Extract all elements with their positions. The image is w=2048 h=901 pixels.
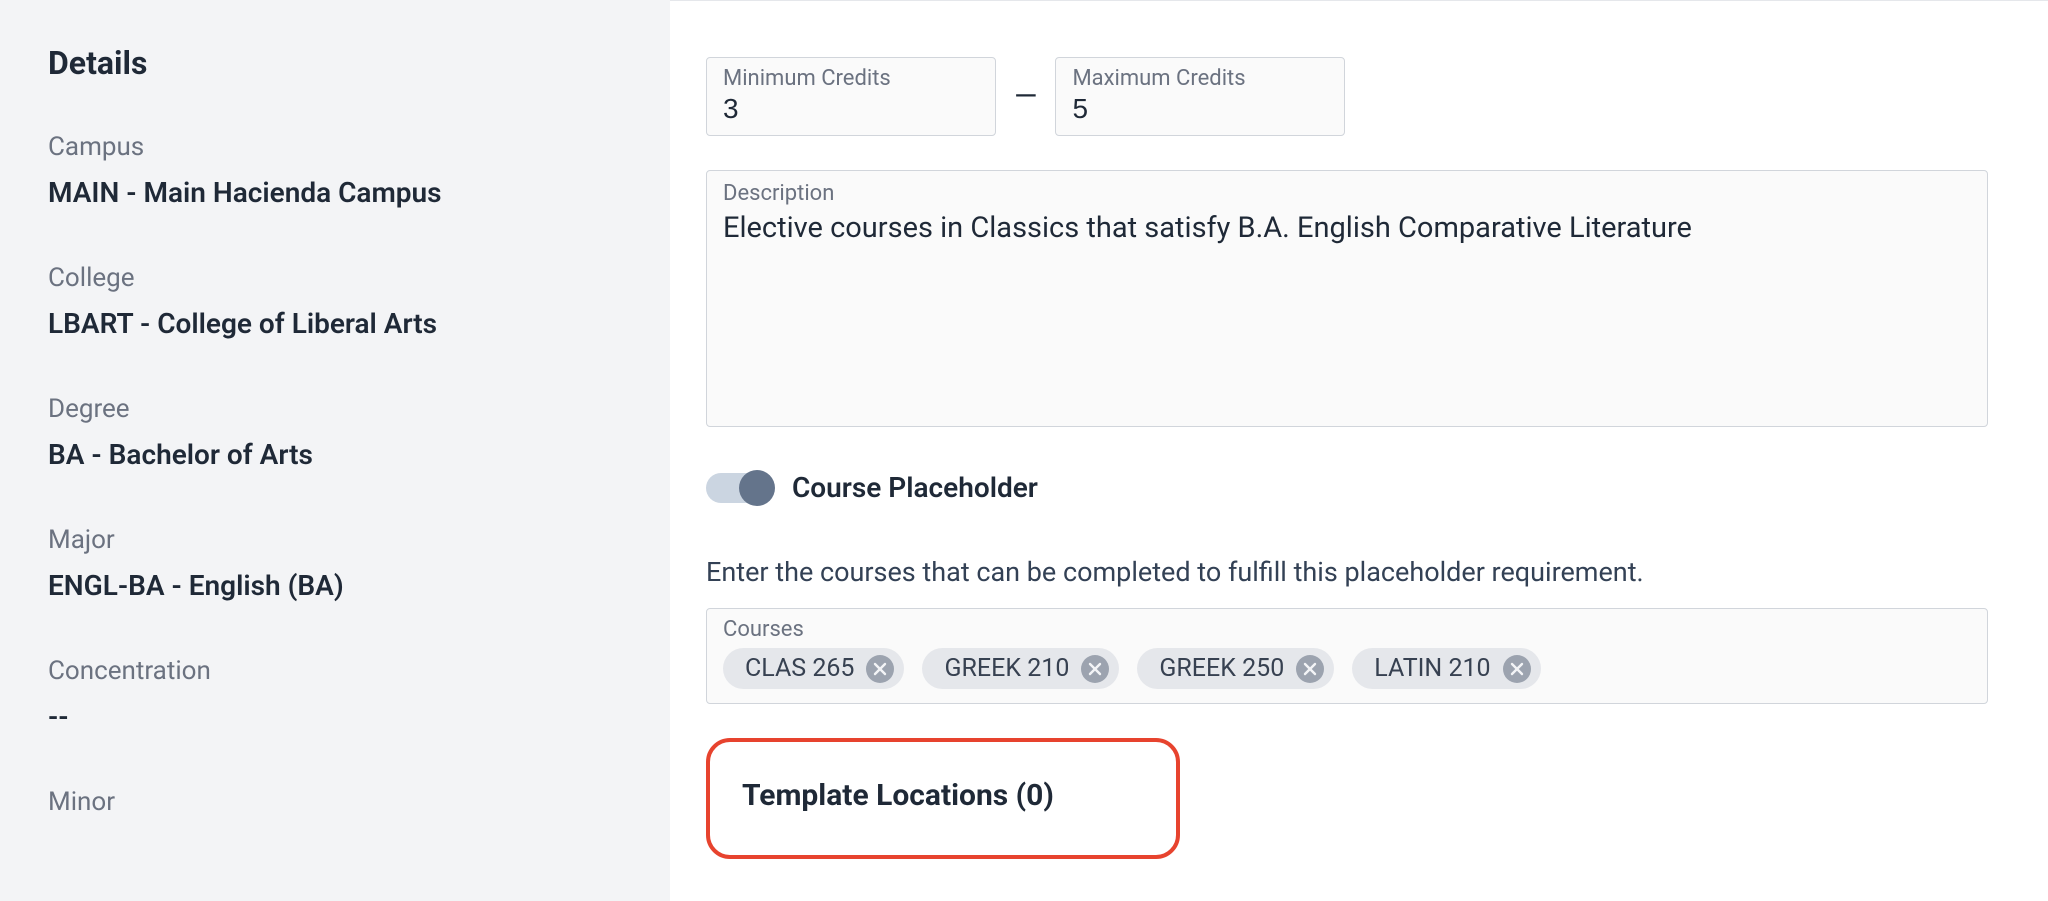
course-chip: GREEK 250 bbox=[1137, 648, 1334, 689]
detail-label-major: Major bbox=[48, 525, 622, 555]
detail-group-minor: Minor bbox=[48, 787, 622, 817]
detail-group-college: College LBART - College of Liberal Arts bbox=[48, 263, 622, 340]
max-credits-field[interactable]: Maximum Credits bbox=[1055, 57, 1345, 136]
detail-group-degree: Degree BA - Bachelor of Arts bbox=[48, 394, 622, 471]
description-label: Description bbox=[723, 181, 1971, 206]
course-placeholder-toggle[interactable] bbox=[706, 473, 772, 503]
description-input[interactable] bbox=[723, 208, 1971, 408]
remove-chip-icon[interactable] bbox=[866, 655, 894, 683]
detail-value-concentration: -- bbox=[48, 700, 622, 733]
credits-row: Minimum Credits — Maximum Credits bbox=[706, 57, 1988, 136]
min-credits-field[interactable]: Minimum Credits bbox=[706, 57, 996, 136]
course-placeholder-row: Course Placeholder bbox=[706, 471, 1988, 504]
course-chip-label: GREEK 250 bbox=[1159, 654, 1284, 683]
remove-chip-icon[interactable] bbox=[1503, 655, 1531, 683]
remove-chip-icon[interactable] bbox=[1081, 655, 1109, 683]
course-chip: CLAS 265 bbox=[723, 648, 904, 689]
course-chip-label: GREEK 210 bbox=[944, 654, 1069, 683]
detail-label-concentration: Concentration bbox=[48, 656, 622, 686]
main-panel: Minimum Credits — Maximum Credits Descri… bbox=[670, 0, 2048, 901]
toggle-knob bbox=[739, 470, 775, 506]
detail-value-campus: MAIN - Main Hacienda Campus bbox=[48, 176, 622, 209]
detail-group-major: Major ENGL-BA - English (BA) bbox=[48, 525, 622, 602]
detail-group-campus: Campus MAIN - Main Hacienda Campus bbox=[48, 132, 622, 209]
course-chip-label: LATIN 210 bbox=[1374, 654, 1490, 683]
detail-value-college: LBART - College of Liberal Arts bbox=[48, 307, 622, 340]
courses-helper-text: Enter the courses that can be completed … bbox=[706, 556, 1988, 588]
detail-label-minor: Minor bbox=[48, 787, 622, 817]
detail-label-degree: Degree bbox=[48, 394, 622, 424]
details-sidebar: Details Campus MAIN - Main Hacienda Camp… bbox=[0, 0, 670, 901]
max-credits-label: Maximum Credits bbox=[1072, 66, 1328, 91]
courses-chip-row: CLAS 265 GREEK 210 GREEK 250 LATIN 210 bbox=[723, 648, 1971, 689]
remove-chip-icon[interactable] bbox=[1296, 655, 1324, 683]
courses-label: Courses bbox=[723, 617, 1971, 642]
description-field[interactable]: Description bbox=[706, 170, 1988, 427]
detail-value-degree: BA - Bachelor of Arts bbox=[48, 438, 622, 471]
detail-value-major: ENGL-BA - English (BA) bbox=[48, 569, 622, 602]
course-placeholder-label: Course Placeholder bbox=[792, 471, 1038, 504]
course-chip: GREEK 210 bbox=[922, 648, 1119, 689]
course-chip: LATIN 210 bbox=[1352, 648, 1540, 689]
course-chip-label: CLAS 265 bbox=[745, 654, 854, 683]
detail-label-campus: Campus bbox=[48, 132, 622, 162]
min-credits-input[interactable] bbox=[723, 93, 979, 125]
courses-field[interactable]: Courses CLAS 265 GREEK 210 GREEK 250 LATIN … bbox=[706, 608, 1988, 704]
template-locations-card[interactable]: Template Locations (0) bbox=[706, 738, 1180, 859]
min-credits-label: Minimum Credits bbox=[723, 66, 979, 91]
detail-label-college: College bbox=[48, 263, 622, 293]
details-heading: Details bbox=[48, 44, 622, 82]
max-credits-input[interactable] bbox=[1072, 93, 1328, 125]
credits-separator: — bbox=[1012, 79, 1039, 114]
template-locations-title: Template Locations (0) bbox=[742, 778, 1144, 813]
detail-group-concentration: Concentration -- bbox=[48, 656, 622, 733]
